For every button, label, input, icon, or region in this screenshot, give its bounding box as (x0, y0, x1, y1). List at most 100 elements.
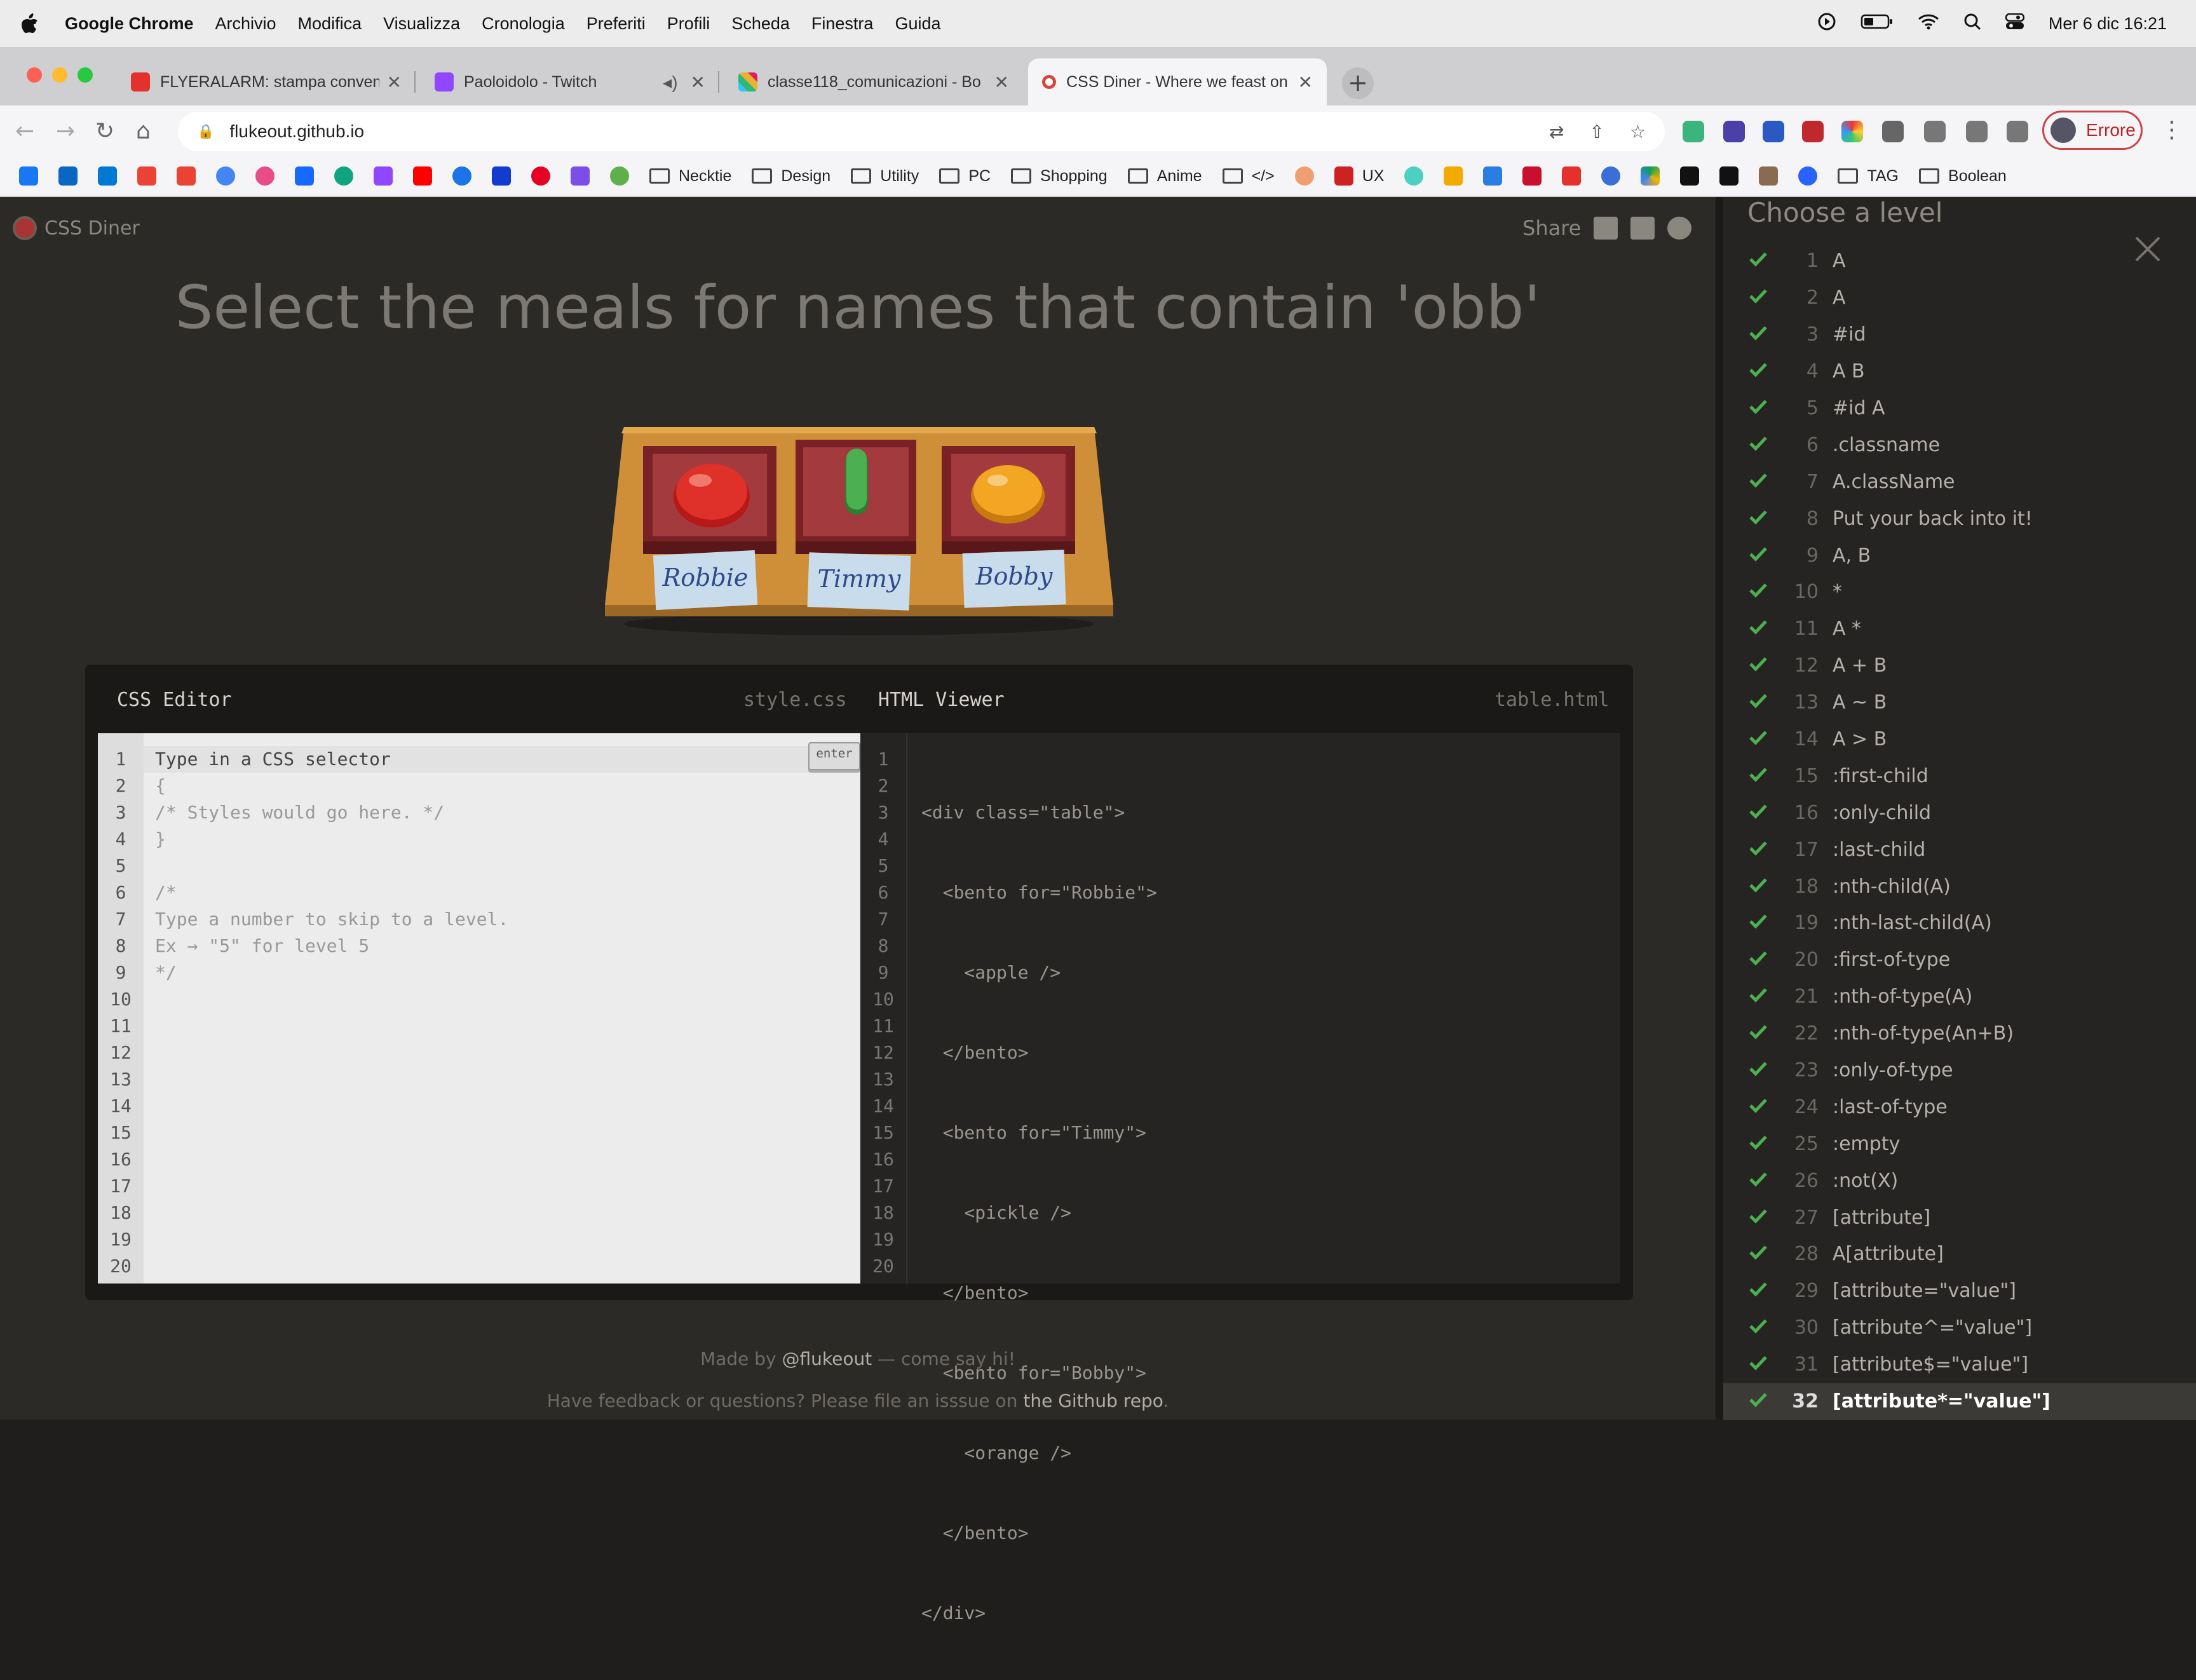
flukeout-link[interactable]: @flukeout (782, 1348, 872, 1369)
level-item[interactable]: 32 [attribute*="value"] (1723, 1383, 2196, 1420)
battery-icon[interactable] (1860, 13, 1894, 34)
control-center-icon[interactable] (2005, 13, 2025, 34)
level-item[interactable]: 16:only-child (1723, 794, 2196, 831)
css-code[interactable]: Type in a CSS selector { /* Styles would… (144, 746, 860, 986)
menu-app-name[interactable]: Google Chrome (65, 14, 194, 34)
profile-error-button[interactable]: Errore (2042, 111, 2143, 150)
close-tab-icon[interactable]: ✕ (1298, 72, 1313, 93)
menu-archivio[interactable]: Archivio (215, 14, 276, 34)
bookmark-icon-c[interactable] (1798, 166, 1818, 186)
extension-green-icon[interactable] (1683, 121, 1704, 142)
tab-flyeralarm[interactable]: FLYERALARM: stampa convenzionale ✕ (117, 58, 416, 105)
level-item[interactable]: 28 A[attribute] (1723, 1236, 2196, 1273)
vercel-bookmark-icon[interactable] (571, 166, 590, 186)
new-tab-button[interactable]: + (1342, 67, 1374, 99)
level-item[interactable]: 27 [attribute] (1723, 1199, 2196, 1236)
bento-bobby[interactable] (942, 446, 1075, 554)
bookmark-folder-pc[interactable]: PC (939, 167, 991, 186)
bento-timmy[interactable] (796, 440, 916, 554)
facebook-icon[interactable] (1630, 217, 1655, 240)
facebook-bookmark-icon[interactable] (19, 166, 38, 186)
bookmark-folder-tag[interactable]: TAG (1838, 167, 1899, 186)
twitter-icon[interactable] (1667, 217, 1692, 240)
site-logo[interactable]: CSS Diner (13, 216, 140, 240)
side-panel-icon[interactable] (2007, 121, 2028, 142)
flyeralarm-bookmark-icon[interactable] (1562, 166, 1582, 186)
avatar-bookmark-icon[interactable] (1294, 166, 1314, 186)
level-item[interactable]: 22:nth-of-type(An+B) (1723, 1015, 2196, 1052)
menu-scheda[interactable]: Scheda (731, 14, 790, 34)
level-item[interactable]: 14 A > B (1723, 721, 2196, 758)
level-item[interactable]: 12 A + B (1723, 647, 2196, 684)
bookmark-icon-settings[interactable] (1601, 166, 1621, 186)
speaker-icon[interactable]: ◂) (663, 72, 677, 93)
bookmark-folder-code[interactable]: </> (1222, 167, 1275, 186)
bookmark-folder-shopping[interactable]: Shopping (1011, 167, 1108, 186)
level-item[interactable]: 10 * (1723, 574, 2196, 611)
play-icon[interactable] (1817, 12, 1836, 36)
extension-blue-icon[interactable] (1763, 121, 1784, 142)
bookmark-icon-a[interactable] (1444, 166, 1463, 186)
level-item[interactable]: 9 A, B (1723, 537, 2196, 574)
clock[interactable]: Mer 6 dic 16:21 (2049, 14, 2167, 34)
html-line-pickle[interactable]: <pickle /> (921, 1200, 1157, 1226)
reading-list-icon[interactable] (1924, 121, 1946, 142)
bookmark-folder-anime[interactable]: Anime (1127, 167, 1202, 186)
level-item[interactable]: 5 #id A (1723, 390, 2196, 427)
close-tab-icon[interactable]: ✕ (691, 72, 705, 93)
css-editor[interactable]: 1 2 3 4 5 6 7 8 9 10 11 12 13 14 15 16 1… (98, 733, 860, 1284)
level-item[interactable]: 29 [attribute="value"] (1723, 1273, 2196, 1310)
play-bookmark-icon[interactable] (452, 166, 471, 186)
bookmark-icon-red[interactable] (1522, 166, 1542, 186)
level-item[interactable]: 23:only-of-type (1723, 1052, 2196, 1089)
gmail-bookmark-icon[interactable] (137, 166, 156, 186)
drive-bookmark-icon[interactable] (1641, 166, 1660, 186)
menu-guida[interactable]: Guida (895, 14, 940, 34)
wifi-icon[interactable] (1918, 13, 1939, 34)
tab-css-diner[interactable]: CSS Diner - Where we feast on ✕ (1028, 58, 1327, 105)
address-bar[interactable]: 🔒 flukeout.github.io ⇄ ⇧ ☆ (178, 112, 1665, 151)
forward-icon[interactable]: → (56, 118, 75, 144)
level-item[interactable]: 26:not(X) (1723, 1162, 2196, 1199)
html-line-table[interactable]: <div class="table"> (921, 799, 1157, 826)
disney-bookmark-icon[interactable] (492, 166, 511, 186)
level-item[interactable]: 4 A B (1723, 353, 2196, 390)
share-page-icon[interactable]: ⇧ (1589, 121, 1604, 142)
menu-finestra[interactable]: Finestra (811, 14, 874, 34)
menu-preferiti[interactable]: Preferiti (586, 14, 646, 34)
level-item[interactable]: 21:nth-of-type(A) (1723, 979, 2196, 1015)
enter-button[interactable]: enter (808, 742, 860, 770)
bento-robbie[interactable] (643, 446, 776, 554)
download-icon[interactable] (1966, 121, 1988, 142)
extensions-puzzle-icon[interactable] (1882, 121, 1904, 142)
level-item[interactable]: 20:first-of-type (1723, 942, 2196, 979)
html-line-orange[interactable]: <orange /> (921, 1440, 1157, 1467)
chatgpt-bookmark-icon[interactable] (334, 166, 353, 186)
level-item[interactable]: 15:first-child (1723, 757, 2196, 794)
bookmark-folder-necktie[interactable]: Necktie (649, 167, 731, 186)
level-item[interactable]: 8 Put your back into it! (1723, 500, 2196, 537)
html-line-bento-timmy[interactable]: <bento for="Timmy"> (921, 1120, 1157, 1146)
bookmark-folder-boolean[interactable]: Boolean (1919, 167, 2007, 186)
url-text[interactable]: flukeout.github.io (229, 121, 364, 142)
kebab-menu-icon[interactable]: ⋮ (2160, 117, 2183, 143)
level-item[interactable]: 13 A ~ B (1723, 684, 2196, 721)
home-icon[interactable]: ⌂ (136, 118, 151, 144)
level-item[interactable]: 2A (1723, 280, 2196, 316)
bookmark-folder-utility[interactable]: Utility (851, 167, 919, 186)
twitch-bookmark-icon[interactable] (374, 166, 393, 186)
outlook-bookmark-icon[interactable] (98, 166, 117, 186)
leaf-bookmark-icon[interactable] (610, 166, 629, 186)
dribbble-bookmark-icon[interactable] (255, 166, 274, 186)
behance-bookmark-icon[interactable] (295, 166, 314, 186)
extension-color-icon[interactable] (1841, 121, 1863, 142)
heart-bookmark-icon[interactable] (1404, 166, 1424, 186)
close-tab-icon[interactable]: ✕ (387, 72, 402, 93)
minimize-window-button[interactable] (52, 67, 67, 83)
tab-slack[interactable]: classe118_comunicazioni - Bo ✕ (724, 58, 1023, 105)
html-line-apple[interactable]: <apple /> (921, 959, 1157, 986)
apple-icon[interactable] (20, 13, 46, 34)
level-item[interactable]: 18:nth-child(A) (1723, 868, 2196, 905)
gmail-alt-bookmark-icon[interactable] (177, 166, 196, 186)
lock-icon[interactable]: 🔒 (197, 123, 214, 140)
